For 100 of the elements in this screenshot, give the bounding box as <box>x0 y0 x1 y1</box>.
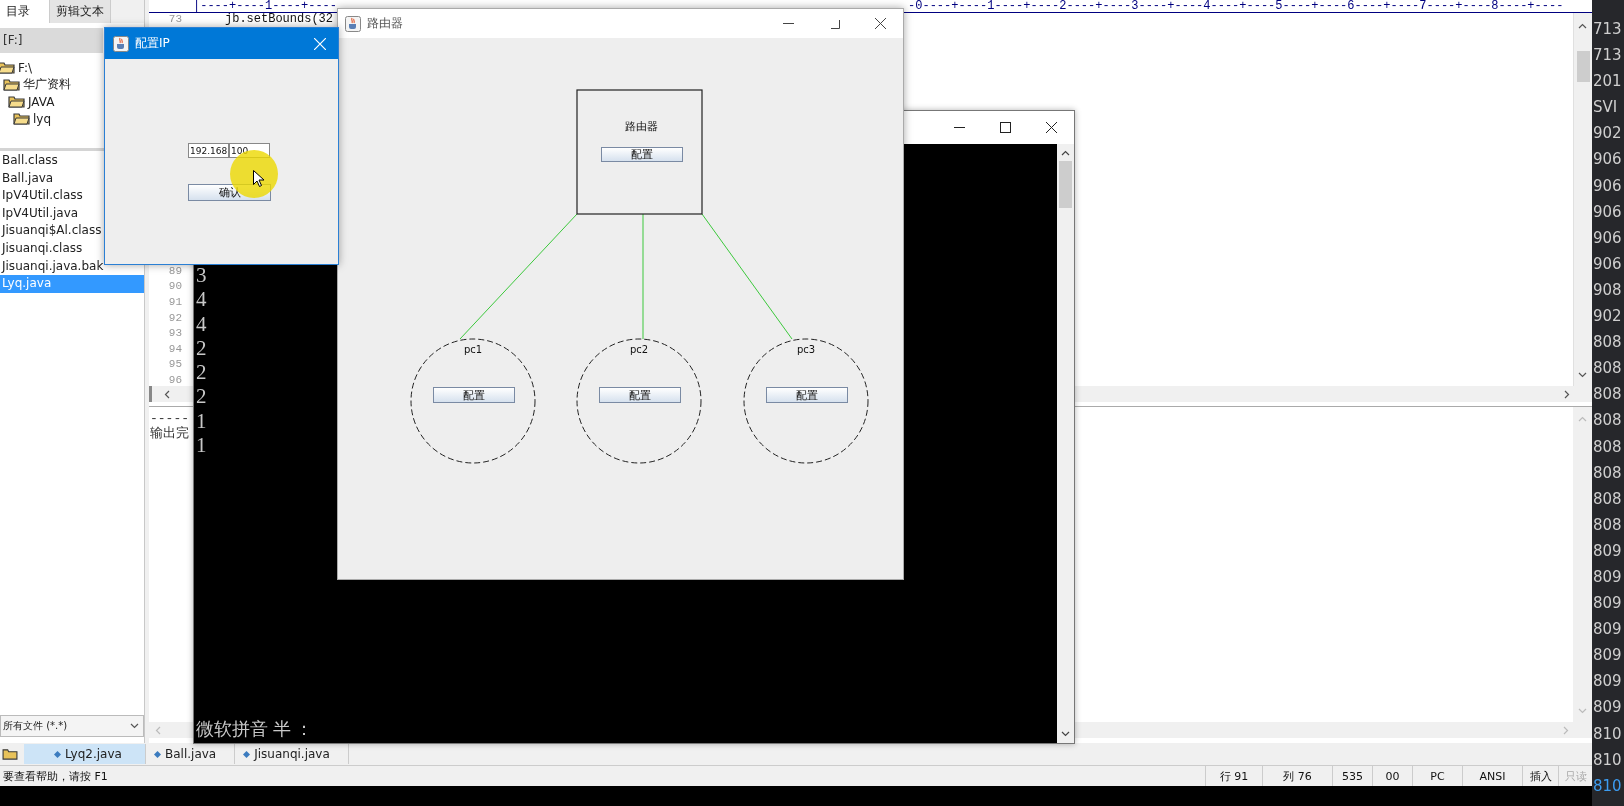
chevron-up-icon[interactable] <box>1578 23 1587 29</box>
console-line: 1 <box>196 433 207 458</box>
file-item[interactable]: IpV4Util.java <box>0 204 81 223</box>
diamond-icon <box>154 750 161 758</box>
chevron-up-icon[interactable] <box>1061 150 1070 156</box>
list-item[interactable]: 809 <box>1592 668 1624 695</box>
list-item[interactable]: 808 <box>1592 355 1624 382</box>
list-item[interactable]: 906 <box>1592 198 1624 225</box>
list-item[interactable]: 713 <box>1592 16 1624 43</box>
line-number: 73 <box>167 13 182 25</box>
list-item[interactable]: 902 <box>1592 303 1624 330</box>
maximize-icon[interactable] <box>828 18 840 29</box>
file-item[interactable]: Ball.java <box>0 169 56 188</box>
console-line: 2 <box>196 384 207 409</box>
list-item[interactable]: 809 <box>1592 616 1624 643</box>
file-item[interactable]: Ball.class <box>0 152 60 170</box>
list-item[interactable]: 906 <box>1592 172 1624 199</box>
list-item[interactable]: 713 <box>1592 42 1624 69</box>
folder-icon <box>8 95 25 108</box>
close-icon[interactable] <box>1045 122 1057 133</box>
panel-tab[interactable]: 剪辑文本 <box>50 0 111 23</box>
cup-icon <box>345 15 361 32</box>
console-line: 3 <box>196 263 207 288</box>
tree-item[interactable]: JAVA <box>0 93 57 110</box>
line-number: 95 <box>167 358 182 371</box>
scrollbar-thumb[interactable] <box>1577 51 1590 82</box>
scrollbar-thumb[interactable] <box>1059 161 1072 208</box>
list-item[interactable]: 906 <box>1592 250 1624 277</box>
line-number: 89 <box>167 264 182 277</box>
node-label: 路由器 <box>623 119 659 134</box>
close-icon[interactable] <box>874 18 886 29</box>
ruler-text: -0----+----1----+----2----+----3----+----4----+----5----+----6----+----7----+----8----+---- <box>908 0 1564 12</box>
console-line: 1 <box>196 408 207 434</box>
output-line: ----- <box>150 411 189 426</box>
list-item[interactable]: 809 <box>1592 694 1624 721</box>
line-number: 90 <box>167 280 182 293</box>
document-tab[interactable]: Ball.java <box>146 744 236 764</box>
list-item[interactable]: 201 <box>1592 68 1624 95</box>
list-item[interactable]: 808 <box>1592 511 1624 538</box>
code-line: jb.setBounds(32 <box>225 12 334 26</box>
pointer-icon <box>253 170 264 187</box>
list-item[interactable]: 906 <box>1592 224 1624 251</box>
configure-button[interactable]: 配置 <box>433 387 515 403</box>
configure-button[interactable]: 配置 <box>599 387 681 403</box>
list-item[interactable]: 810 <box>1592 720 1624 747</box>
line-number: 93 <box>167 327 182 340</box>
chevron-right-icon[interactable] <box>1564 389 1570 399</box>
cup-icon <box>113 35 129 52</box>
line-number: 96 <box>167 373 182 386</box>
configure-button[interactable]: 配置 <box>601 147 683 162</box>
document-tab[interactable]: Jisuanqi.java <box>235 744 349 764</box>
file-item[interactable]: IpV4Util.class <box>0 187 85 205</box>
drive-field[interactable]: [F:] <box>0 28 103 53</box>
chevron-down-icon[interactable] <box>1061 731 1070 737</box>
list-item[interactable]: 809 <box>1592 642 1624 669</box>
list-item[interactable]: 808 <box>1592 407 1624 434</box>
document-tab[interactable]: Lyq2.java <box>24 744 146 764</box>
list-item[interactable]: 809 <box>1592 590 1624 617</box>
panel-tab[interactable]: 目录 <box>0 0 50 23</box>
list-item[interactable]: 810 <box>1592 772 1624 799</box>
window-title: 路由器 <box>367 15 403 32</box>
file-item[interactable]: Jisuanqi$Al.class <box>0 222 104 240</box>
list-item[interactable]: 808 <box>1592 459 1624 486</box>
ime-status: 微软拼音 半 ： <box>196 718 313 741</box>
list-item[interactable]: 810 <box>1592 746 1624 773</box>
line-number: 91 <box>167 296 182 308</box>
window-title: 配置IP <box>135 35 170 52</box>
list-item[interactable]: 906 <box>1592 146 1624 173</box>
list-item[interactable]: 902 <box>1592 120 1624 147</box>
node-label: pc2 <box>628 344 650 355</box>
list-item[interactable]: 808 <box>1592 485 1624 512</box>
list-item[interactable]: 808 <box>1592 433 1624 460</box>
list-item[interactable]: 809 <box>1592 537 1624 564</box>
maximize-icon[interactable] <box>999 122 1011 133</box>
status-help-text: 要查看帮助，请按 F1 <box>2 768 108 784</box>
diamond-icon <box>243 750 251 758</box>
tree-item[interactable]: lyq <box>0 110 54 127</box>
vertical-scrollbar[interactable] <box>1573 13 1592 386</box>
chevron-left-icon[interactable] <box>164 389 170 399</box>
diamond-icon <box>54 750 61 758</box>
configure-button[interactable]: 配置 <box>766 387 848 403</box>
folder-icon <box>3 78 20 91</box>
tree-item[interactable]: F:\ <box>0 59 35 76</box>
file-filter-dropdown[interactable]: 所有文件 (*.*) <box>0 715 144 737</box>
list-item[interactable]: 908 <box>1592 276 1624 304</box>
chevron-down-icon[interactable] <box>1578 372 1587 378</box>
list-item[interactable]: 809 <box>1592 563 1624 591</box>
list-item[interactable]: 808 <box>1592 329 1624 356</box>
ip-field[interactable]: 192.168 <box>188 143 229 158</box>
line-number: 92 <box>167 311 182 324</box>
file-item[interactable]: Jisuanqi.java.bak <box>0 257 106 276</box>
list-item[interactable]: 808 <box>1592 381 1624 408</box>
folder-icon[interactable] <box>2 748 18 760</box>
console-line: 2 <box>196 335 207 361</box>
list-item[interactable]: SVI <box>1592 94 1624 121</box>
vertical-scrollbar[interactable] <box>1057 144 1074 743</box>
console-line: 4 <box>196 311 207 336</box>
folder-icon <box>13 112 30 125</box>
file-item[interactable]: Jisuanqi.class <box>0 239 85 258</box>
tree-item[interactable]: 华广资料 <box>0 76 73 93</box>
